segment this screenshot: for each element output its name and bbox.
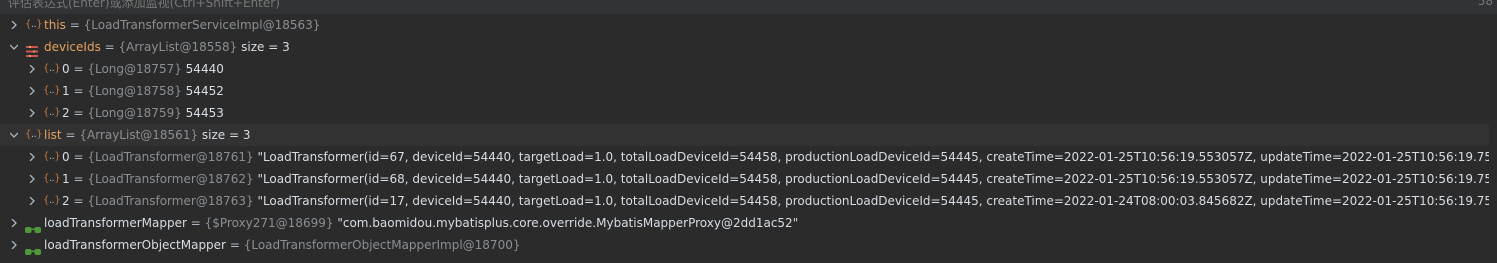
evaluate-expression-hint: 评估表达式(Enter)或添加监视(Ctrl+Shift+Enter) xyxy=(8,0,280,10)
variable-value: 54453 xyxy=(185,106,224,120)
variable-value: "LoadTransformer(id=17, deviceId=54440, … xyxy=(257,194,1497,208)
object-icon: {..} xyxy=(43,63,61,74)
variable-value: size = 3 xyxy=(201,128,251,142)
collapse-arrow-icon[interactable] xyxy=(8,124,20,146)
variable-row-element[interactable]: {..} 2 = {Long@18759} 54453 xyxy=(0,102,1489,124)
variable-type: {ArrayList@18561} xyxy=(79,128,199,142)
variable-type: {Long@18757} xyxy=(87,62,182,76)
variable-value: "LoadTransformer(id=68, deviceId=54440, … xyxy=(257,172,1497,186)
expand-arrow-icon[interactable] xyxy=(26,146,38,168)
variable-name: list xyxy=(44,128,62,142)
corner-indicator: 58 xyxy=(1477,0,1493,8)
variable-value: size = 3 xyxy=(241,40,290,54)
variable-value: "com.baomidou.mybatisplus.core.override.… xyxy=(337,216,799,230)
expand-arrow-icon[interactable] xyxy=(26,58,38,80)
glasses-icon xyxy=(25,219,41,233)
variable-name: 1 xyxy=(62,84,70,98)
variable-name: this xyxy=(44,18,66,32)
glasses-icon xyxy=(25,241,41,255)
variable-type: {LoadTransformerObjectMapperImpl@18700} xyxy=(243,238,521,252)
variable-name: 2 xyxy=(62,106,70,120)
variable-row-list[interactable]: {..} list = {ArrayList@18561} size = 3 xyxy=(0,124,1489,146)
variable-name: 1 xyxy=(62,172,70,186)
variable-type: {$Proxy271@18699} xyxy=(204,216,334,230)
expand-arrow-icon[interactable] xyxy=(26,190,38,212)
expand-arrow-icon[interactable] xyxy=(8,14,20,36)
object-icon: {..} xyxy=(43,195,61,206)
expand-arrow-icon[interactable] xyxy=(8,212,20,234)
expand-arrow-icon[interactable] xyxy=(26,168,38,190)
expand-arrow-icon[interactable] xyxy=(8,234,20,256)
expand-arrow-icon[interactable] xyxy=(26,80,38,102)
variable-name: loadTransformerObjectMapper xyxy=(44,238,226,252)
variable-name: loadTransformerMapper xyxy=(44,216,187,230)
variable-type: {LoadTransformerServiceImpl@18563} xyxy=(83,18,321,32)
variable-type: {ArrayList@18558} xyxy=(118,40,238,54)
variable-name: deviceIds xyxy=(44,40,101,54)
variable-row-object-mapper[interactable]: loadTransformerObjectMapper = {LoadTrans… xyxy=(0,234,1489,256)
variable-name: 2 xyxy=(62,194,70,208)
variable-name: 0 xyxy=(62,150,70,164)
variable-row-element[interactable]: {..} 0 = {Long@18757} 54440 xyxy=(0,58,1489,80)
field-list-icon xyxy=(26,42,38,57)
vertical-scrollbar[interactable] xyxy=(1489,14,1497,263)
variables-tree: {..} this = {LoadTransformerServiceImpl@… xyxy=(0,14,1497,256)
collapse-arrow-icon[interactable] xyxy=(8,36,20,58)
object-icon: {..} xyxy=(25,129,43,140)
variable-type: {LoadTransformer@18761} xyxy=(87,150,254,164)
variable-value: "LoadTransformer(id=67, deviceId=54440, … xyxy=(257,150,1497,164)
variable-row-deviceids[interactable]: deviceIds = {ArrayList@18558} size = 3 xyxy=(0,36,1489,58)
evaluate-expression-bar[interactable]: 评估表达式(Enter)或添加监视(Ctrl+Shift+Enter) 58 xyxy=(0,0,1497,14)
object-icon: {..} xyxy=(43,85,61,96)
variable-row-mapper[interactable]: loadTransformerMapper = {$Proxy271@18699… xyxy=(0,212,1489,234)
variable-row-element[interactable]: {..} 1 = {Long@18758} 54452 xyxy=(0,80,1489,102)
variable-row-element[interactable]: {..} 0 = {LoadTransformer@18761} "LoadTr… xyxy=(0,146,1497,168)
variable-row-element[interactable]: {..} 2 = {LoadTransformer@18763} "LoadTr… xyxy=(0,190,1497,212)
variable-type: {LoadTransformer@18763} xyxy=(87,194,254,208)
object-icon: {..} xyxy=(43,151,61,162)
object-icon: {..} xyxy=(25,19,43,30)
object-icon: {..} xyxy=(43,107,61,118)
expand-arrow-icon[interactable] xyxy=(26,102,38,124)
variable-type: {Long@18759} xyxy=(87,106,182,120)
variable-type: {Long@18758} xyxy=(87,84,182,98)
variable-value: 54452 xyxy=(185,84,224,98)
object-icon: {..} xyxy=(43,173,61,184)
variable-type: {LoadTransformer@18762} xyxy=(87,172,254,186)
variable-row-this[interactable]: {..} this = {LoadTransformerServiceImpl@… xyxy=(0,14,1489,36)
variable-row-element[interactable]: {..} 1 = {LoadTransformer@18762} "LoadTr… xyxy=(0,168,1497,190)
variable-value: 54440 xyxy=(185,62,224,76)
variable-name: 0 xyxy=(62,62,70,76)
